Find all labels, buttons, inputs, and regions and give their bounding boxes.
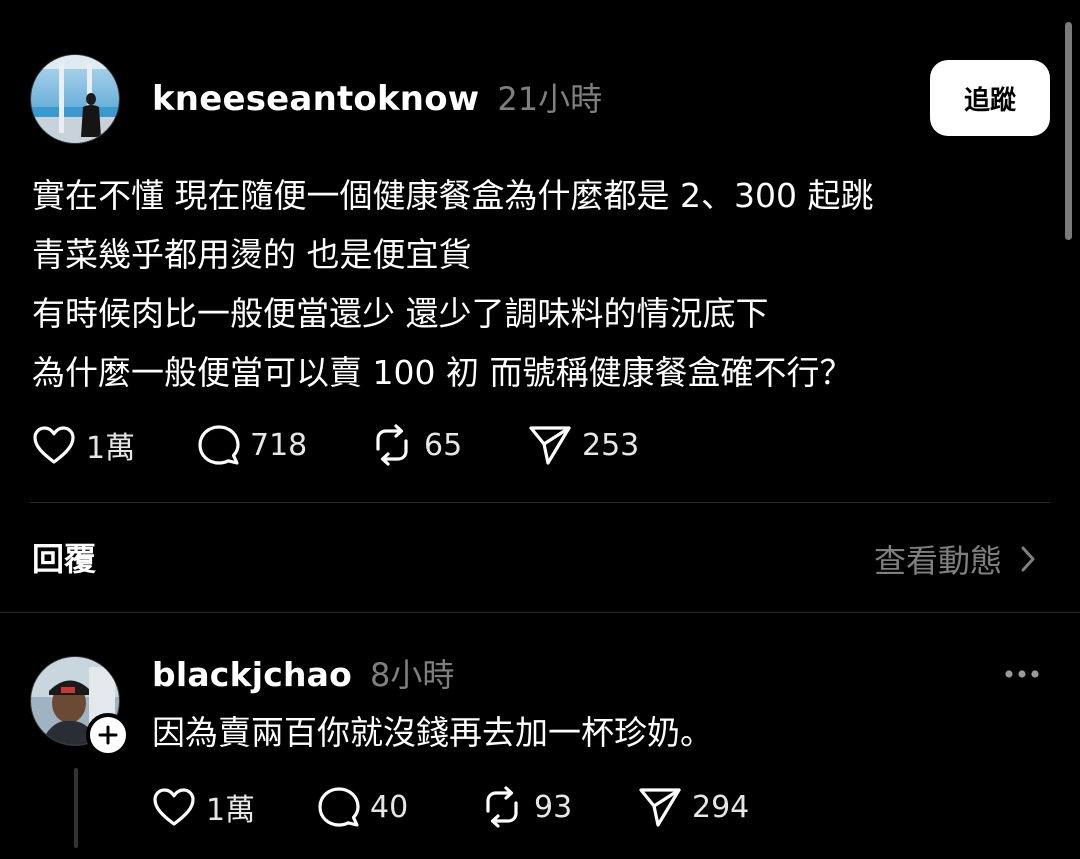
divider [0,612,1080,613]
reply-author-username[interactable]: blackjchao [152,655,352,694]
share-button[interactable]: 253 [528,421,639,469]
post-text: 實在不懂 現在隨便一個健康餐盒為什麼都是 2、300 起跳 青菜幾乎都用燙的 也… [32,166,1032,402]
repost-count: 65 [424,427,463,463]
reply-repost-button[interactable]: 93 [480,783,638,831]
reply-comment-count: 40 [370,789,409,825]
post-actions: 1萬 718 65 253 [32,421,639,469]
repost-icon [376,424,408,466]
comment-count: 718 [250,427,308,463]
reply-comment-button[interactable]: 40 [318,783,480,831]
author-line: kneeseantoknow 21小時 [152,76,602,128]
reply-share-count: 294 [692,789,750,825]
thread-line [74,768,78,848]
reply-actions: 1萬 40 93 294 [152,783,749,831]
reply-repost-count: 93 [534,789,573,825]
post-header: kneeseantoknow 21小時 追蹤 [30,54,1050,146]
view-activity-link[interactable]: 查看動態 [874,535,1036,583]
reply-author-line: blackjchao 8小時 [152,652,454,704]
post-text-line: 為什麼一般便當可以賣 100 初 而號稱健康餐盒確不行？ [32,353,853,392]
follow-button[interactable]: 追蹤 [930,60,1050,136]
reply-like-count: 1萬 [206,793,256,828]
replies-heading: 回覆 [32,540,97,578]
author-username[interactable]: kneeseantoknow [152,79,479,119]
comment-bubble-icon [198,425,240,465]
author-avatar[interactable] [30,54,120,144]
share-count: 253 [582,427,640,463]
reply-timestamp: 8小時 [370,656,455,694]
repost-icon [486,786,518,828]
scrollbar[interactable] [1065,22,1072,240]
post-text-line: 實在不懂 現在隨便一個健康餐盒為什麼都是 2、300 起跳 [32,176,874,215]
more-options-button[interactable] [1004,660,1040,688]
like-count: 1萬 [86,431,136,466]
heart-icon [33,426,75,464]
plus-icon [98,725,118,745]
view-activity-label: 查看動態 [873,542,1002,580]
post-text-line: 青菜幾乎都用燙的 也是便宜貨 [32,235,472,274]
more-dots-icon [1005,670,1039,678]
like-button[interactable]: 1萬 [32,421,198,469]
divider [30,502,1050,503]
comment-button[interactable]: 718 [198,421,370,469]
reply-share-button[interactable]: 294 [638,783,749,831]
heart-icon [153,788,195,826]
send-icon [639,788,681,827]
follow-add-button[interactable] [86,713,130,757]
post-text-line: 有時候肉比一般便當還少 還少了調味料的情況底下 [32,294,769,333]
comment-bubble-icon [318,787,360,827]
reply-like-button[interactable]: 1萬 [152,783,318,831]
post-timestamp: 21小時 [497,80,603,118]
send-icon [529,426,571,465]
reply-text: 因為賣兩百你就沒錢再去加一杯珍奶。 [152,713,713,752]
repost-button[interactable]: 65 [370,421,528,469]
chevron-right-icon [1021,546,1035,572]
